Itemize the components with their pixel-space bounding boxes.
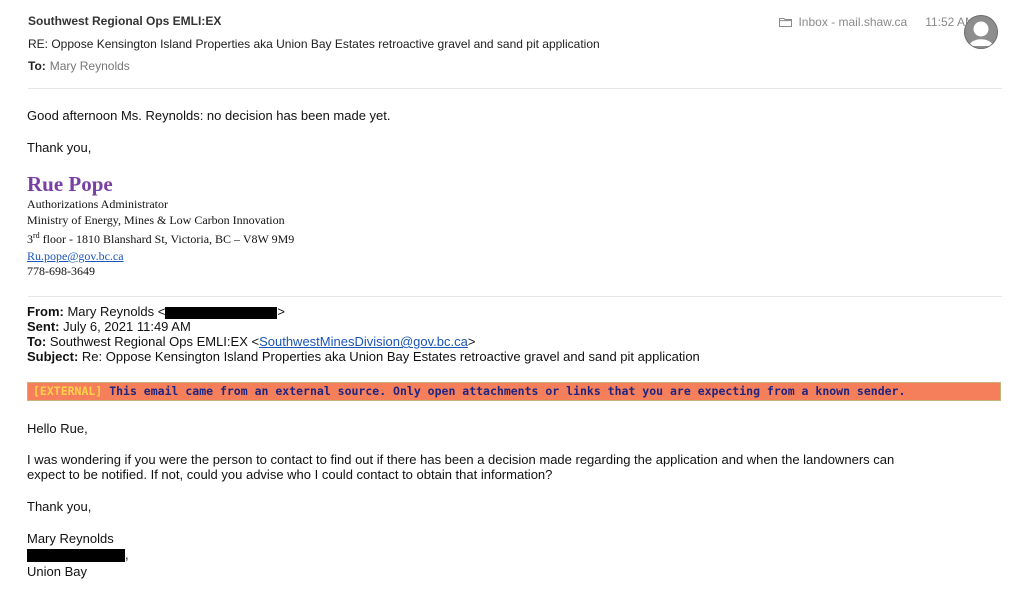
user-silhouette-icon: [964, 15, 998, 49]
signature-address: 3rd floor - 1810 Blanshard St, Victoria,…: [27, 231, 294, 247]
recipient-line: To: Mary Reynolds: [28, 59, 130, 73]
sender-name[interactable]: Southwest Regional Ops EMLI:EX: [28, 14, 221, 28]
sent-value: July 6, 2021 11:49 AM: [63, 319, 191, 334]
folder-icon: [779, 18, 793, 27]
message-signer-name: Mary Reynolds: [27, 531, 114, 546]
to-label: To:: [28, 59, 46, 73]
header-divider: [28, 88, 1002, 89]
signature-email-link[interactable]: Ru.pope@gov.bc.ca: [27, 249, 124, 263]
from-value: Mary Reynolds <: [67, 304, 166, 319]
reply-thanks: Thank you,: [27, 140, 92, 155]
message-thanks: Thank you,: [27, 499, 92, 514]
message-greeting: Hello Rue,: [27, 421, 88, 436]
external-warning-banner: [EXTERNAL] This email came from an exter…: [27, 382, 1001, 401]
reply-greeting: Good afternoon Ms. Reynolds: no decision…: [27, 108, 391, 123]
external-tag: [EXTERNAL]: [33, 384, 103, 398]
message-redacted-line: ,: [27, 547, 129, 563]
quoted-to-close: >: [467, 334, 476, 349]
message-line-1: I was wondering if you were the person t…: [27, 452, 895, 467]
redaction-bar: [165, 306, 278, 319]
quote-divider: [28, 296, 1002, 297]
sent-label: Sent:: [27, 319, 60, 334]
from-close: >: [277, 304, 285, 319]
email-meta: Inbox - mail.shaw.ca 11:52 AM: [779, 15, 975, 29]
quoted-subject: Subject: Re: Oppose Kensington Island Pr…: [27, 349, 700, 364]
message-location: Union Bay: [27, 564, 87, 579]
signature-phone: 778-698-3649: [27, 264, 95, 278]
mailbox-label[interactable]: Inbox - mail.shaw.ca: [798, 15, 907, 29]
quoted-to-value: Southwest Regional Ops EMLI:EX <: [49, 334, 260, 349]
quoted-to-label: To:: [27, 334, 47, 349]
email-subject: RE: Oppose Kensington Island Properties …: [28, 37, 600, 51]
quoted-from: From: Mary Reynolds < >: [27, 304, 285, 319]
redacted-comma: ,: [125, 547, 129, 562]
recipient-name[interactable]: Mary Reynolds: [50, 59, 130, 73]
floor-suffix: rd: [33, 231, 40, 240]
quoted-subject-label: Subject:: [27, 349, 79, 364]
signature-ministry: Ministry of Energy, Mines & Low Carbon I…: [27, 213, 285, 227]
redaction-bar: [27, 549, 125, 563]
from-label: From:: [27, 304, 64, 319]
quoted-subject-value: Re: Oppose Kensington Island Properties …: [81, 349, 700, 364]
quoted-to: To: Southwest Regional Ops EMLI:EX <Sout…: [27, 334, 475, 349]
quoted-sent: Sent: July 6, 2021 11:49 AM: [27, 319, 191, 334]
signature-name: Rue Pope: [27, 172, 113, 196]
signature-title: Authorizations Administrator: [27, 197, 168, 211]
avatar[interactable]: [964, 15, 998, 49]
external-warning-text: This email came from an external source.…: [109, 384, 906, 398]
quoted-to-email-link[interactable]: SouthwestMinesDivision@gov.bc.ca: [259, 334, 468, 349]
street-address: floor - 1810 Blanshard St, Victoria, BC …: [39, 232, 295, 246]
signature-email: Ru.pope@gov.bc.ca: [27, 249, 124, 264]
message-line-2: expect to be notified. If not, could you…: [27, 467, 553, 482]
